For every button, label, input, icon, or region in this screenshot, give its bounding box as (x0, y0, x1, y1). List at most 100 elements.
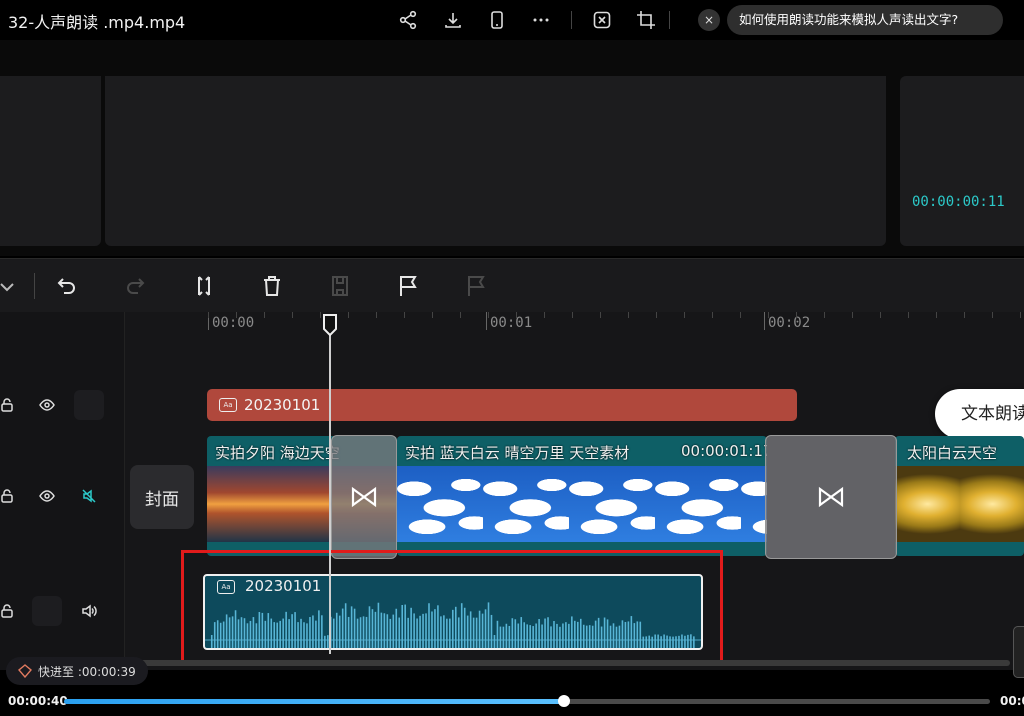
transition-icon (818, 486, 844, 508)
diamond-icon (18, 664, 32, 678)
delete-icon[interactable] (257, 271, 287, 301)
preview-area: 00:00:00:11 (0, 40, 1024, 256)
ruler-minor-tick (712, 312, 713, 318)
fastforward-tooltip: 快进至 :00:00:39 (6, 657, 148, 685)
transition-marker[interactable] (331, 435, 397, 559)
eye-icon[interactable] (36, 485, 58, 507)
video-clip[interactable]: 实拍 蓝天白云 晴空万里 天空素材 00:00:01:17 (397, 436, 767, 556)
edit-toolbar (0, 258, 1024, 312)
volume-icon[interactable] (78, 600, 100, 622)
timeline[interactable]: 00:00 00:01 00:02 封面 Aa 20230101 文本朗读 实拍… (0, 312, 1024, 670)
ruler-minor-tick (600, 312, 601, 318)
timeline-scrollbar[interactable] (140, 660, 1010, 666)
dropdown-icon[interactable] (0, 271, 22, 301)
eye-icon[interactable] (36, 394, 58, 416)
progress-fill (64, 699, 565, 704)
preview-timecode: 00:00:00:11 (912, 194, 1005, 210)
video-clip-label: 太阳白云天空 (907, 444, 998, 462)
text-clip-label: 20230101 (244, 396, 321, 414)
ruler-tick (764, 312, 765, 330)
progress-bar[interactable] (64, 695, 990, 707)
ruler-label: 00:01 (490, 315, 533, 331)
lock-icon[interactable] (0, 485, 18, 507)
download-icon[interactable] (441, 8, 465, 32)
ruler-minor-tick (796, 312, 797, 318)
cover-button[interactable]: 封面 (130, 465, 194, 529)
freeze-icon[interactable] (325, 271, 355, 301)
more-icon[interactable] (529, 8, 553, 32)
player-panel (105, 76, 886, 246)
track-slot (74, 390, 104, 420)
highlight-annotation (181, 550, 723, 664)
playhead-handle-icon[interactable] (321, 314, 339, 336)
ruler-minor-tick (628, 312, 629, 318)
progress-knob[interactable] (558, 695, 571, 707)
ruler-minor-tick (684, 312, 685, 318)
close-icon[interactable]: × (698, 9, 720, 31)
ruler-minor-tick (404, 312, 405, 318)
ruler-minor-tick (908, 312, 909, 318)
separator (669, 11, 670, 29)
ruler-minor-tick (656, 312, 657, 318)
ruler-label: 00:00 (212, 315, 255, 331)
flag-disabled-icon[interactable] (461, 271, 491, 301)
transition-marker[interactable] (765, 435, 897, 559)
ruler-minor-tick (964, 312, 965, 318)
ruler-minor-tick (992, 312, 993, 318)
separator (571, 11, 572, 29)
undo-icon[interactable] (52, 271, 82, 301)
ruler-tick (486, 312, 487, 330)
ruler-minor-tick (768, 312, 769, 318)
screenshot-icon[interactable] (590, 8, 614, 32)
ruler-minor-tick (376, 312, 377, 318)
ruler-minor-tick (544, 312, 545, 318)
separator (34, 273, 35, 299)
ruler-minor-tick (936, 312, 937, 318)
video-clip-label: 实拍夕阳 海边天空 (215, 444, 340, 462)
lock-icon[interactable] (0, 394, 18, 416)
ruler-label: 00:02 (768, 315, 811, 331)
media-panel (0, 76, 101, 246)
tts-button[interactable]: 文本朗读 (935, 389, 1024, 439)
flag-icon[interactable] (393, 271, 423, 301)
video-clip[interactable]: 太阳白云天空 (895, 436, 1024, 556)
share-icon[interactable] (396, 8, 420, 32)
clip-thumbnail (397, 466, 767, 542)
redo-icon[interactable] (120, 271, 150, 301)
crop-icon[interactable] (634, 8, 658, 32)
ruler-minor-tick (348, 312, 349, 318)
total-time: 00:0 (1000, 694, 1024, 708)
playhead-line[interactable] (329, 318, 331, 654)
ruler-minor-tick (852, 312, 853, 318)
split-icon[interactable] (189, 271, 219, 301)
ruler-minor-tick (880, 312, 881, 318)
ruler-minor-tick (824, 312, 825, 318)
properties-panel: 00:00:00:11 (900, 76, 1024, 246)
text-clip[interactable]: Aa 20230101 (207, 389, 797, 421)
lock-icon[interactable] (0, 600, 18, 622)
ai-question-chip[interactable]: 如何使用朗读功能来模拟人声读出文字? (727, 5, 1003, 35)
ruler-minor-tick (740, 312, 741, 318)
side-panel-tab[interactable] (1013, 626, 1024, 678)
current-time: 00:00:40 (8, 694, 68, 708)
ruler-minor-tick (236, 312, 237, 318)
ruler-minor-tick (264, 312, 265, 318)
video-clip-duration: 00:00:01:17 (681, 442, 767, 460)
transition-icon (351, 486, 377, 508)
ruler-minor-tick (208, 312, 209, 318)
video-title: 32-人声朗读 .mp4.mp4 (8, 13, 186, 32)
ruler-minor-tick (488, 312, 489, 318)
fastforward-label: 快进至 :00:00:39 (38, 664, 136, 679)
ruler-minor-tick (460, 312, 461, 318)
title-bar: 32-人声朗读 .mp4.mp4 × 如何使用朗读功能来模拟人声读出文字? (0, 0, 1024, 40)
mobile-icon[interactable] (485, 8, 509, 32)
ruler-minor-tick (432, 312, 433, 318)
track-header (0, 312, 125, 670)
ruler-minor-tick (516, 312, 517, 318)
mute-icon[interactable] (78, 485, 100, 507)
clip-thumbnail (895, 466, 1024, 542)
text-badge-icon: Aa (219, 398, 237, 412)
video-clip-label: 实拍 蓝天白云 晴空万里 天空素材 (405, 444, 630, 462)
ruler-minor-tick (572, 312, 573, 318)
ruler-minor-tick (292, 312, 293, 318)
